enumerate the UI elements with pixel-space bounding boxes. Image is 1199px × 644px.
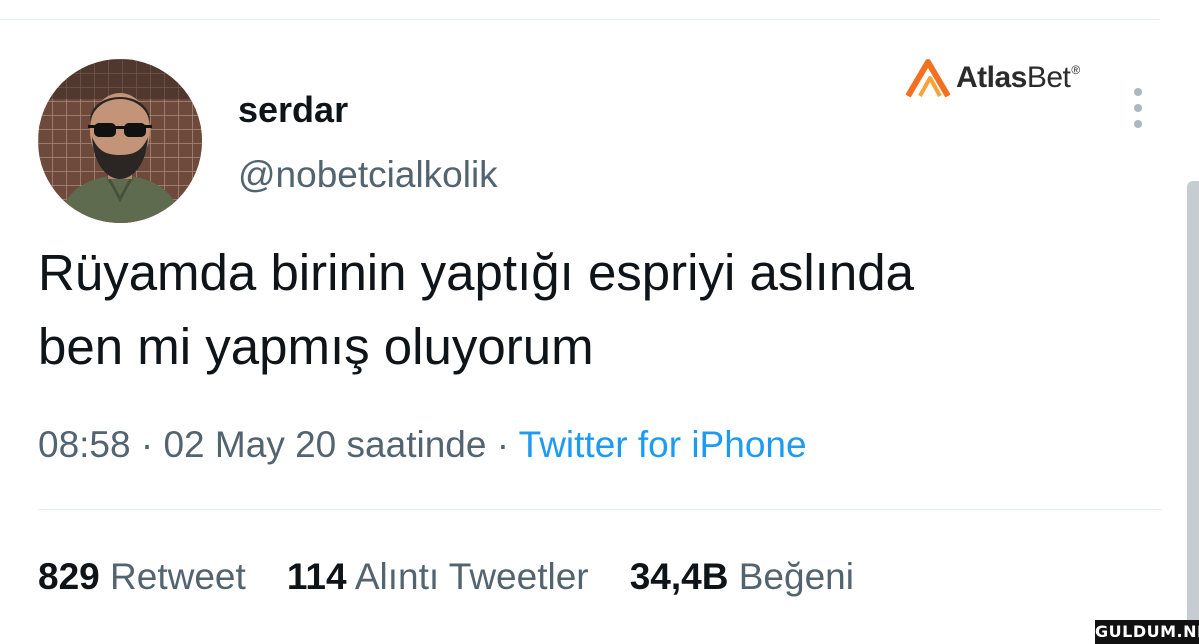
tweet-source-link[interactable]: Twitter for iPhone [519,424,807,465]
meta-separator: · [486,424,519,465]
avatar[interactable] [38,59,202,223]
retweets-count: 829 [38,556,100,597]
retweets-stat[interactable]: 829 Retweet [38,556,246,597]
likes-stat[interactable]: 34,4B Beğeni [630,556,854,597]
tweet-date[interactable]: 02 May 20 saatinde [163,424,486,465]
tweet-stats: 829 Retweet 114 Alıntı Tweetler 34,4B Be… [38,553,854,601]
meta-separator: · [130,424,164,465]
likes-count: 34,4B [629,556,729,597]
stats-divider [38,509,1162,510]
tweet-meta: 08:58 · 02 May 20 saatinde · Twitter for… [38,421,807,469]
brand-watermark: Atlas Bet ® [904,56,1080,100]
brand-name-part2: Bet [1026,61,1071,94]
atlasbet-logo-icon [905,59,951,98]
display-name[interactable]: serdar [238,88,348,132]
tweet-screenshot: serdar @nobetcialkolik Atlas Bet ® Rüyamda… [0,0,1199,644]
more-options-button[interactable] [1127,86,1149,130]
tweet-text: Rüyamda birinin yaptığı espriyi aslında … [38,244,914,375]
site-watermark: GULDUM.NET [1095,620,1199,644]
registered-mark: ® [1071,63,1080,77]
quotes-count: 114 [286,556,347,597]
likes-label: Beğeni [738,556,854,597]
avatar-image [38,59,202,223]
brand-name-part1: Atlas [956,61,1027,94]
top-divider [0,19,1160,20]
scrollbar[interactable] [1187,181,1199,644]
brand-name: Atlas Bet ® [956,61,1080,95]
retweets-label: Retweet [110,556,246,597]
user-handle[interactable]: @nobetcialkolik [238,152,498,198]
quotes-stat[interactable]: 114 Alıntı Tweetler [287,556,589,597]
quotes-label: Alıntı Tweetler [354,556,589,597]
tweet-time[interactable]: 08:58 [38,424,131,465]
